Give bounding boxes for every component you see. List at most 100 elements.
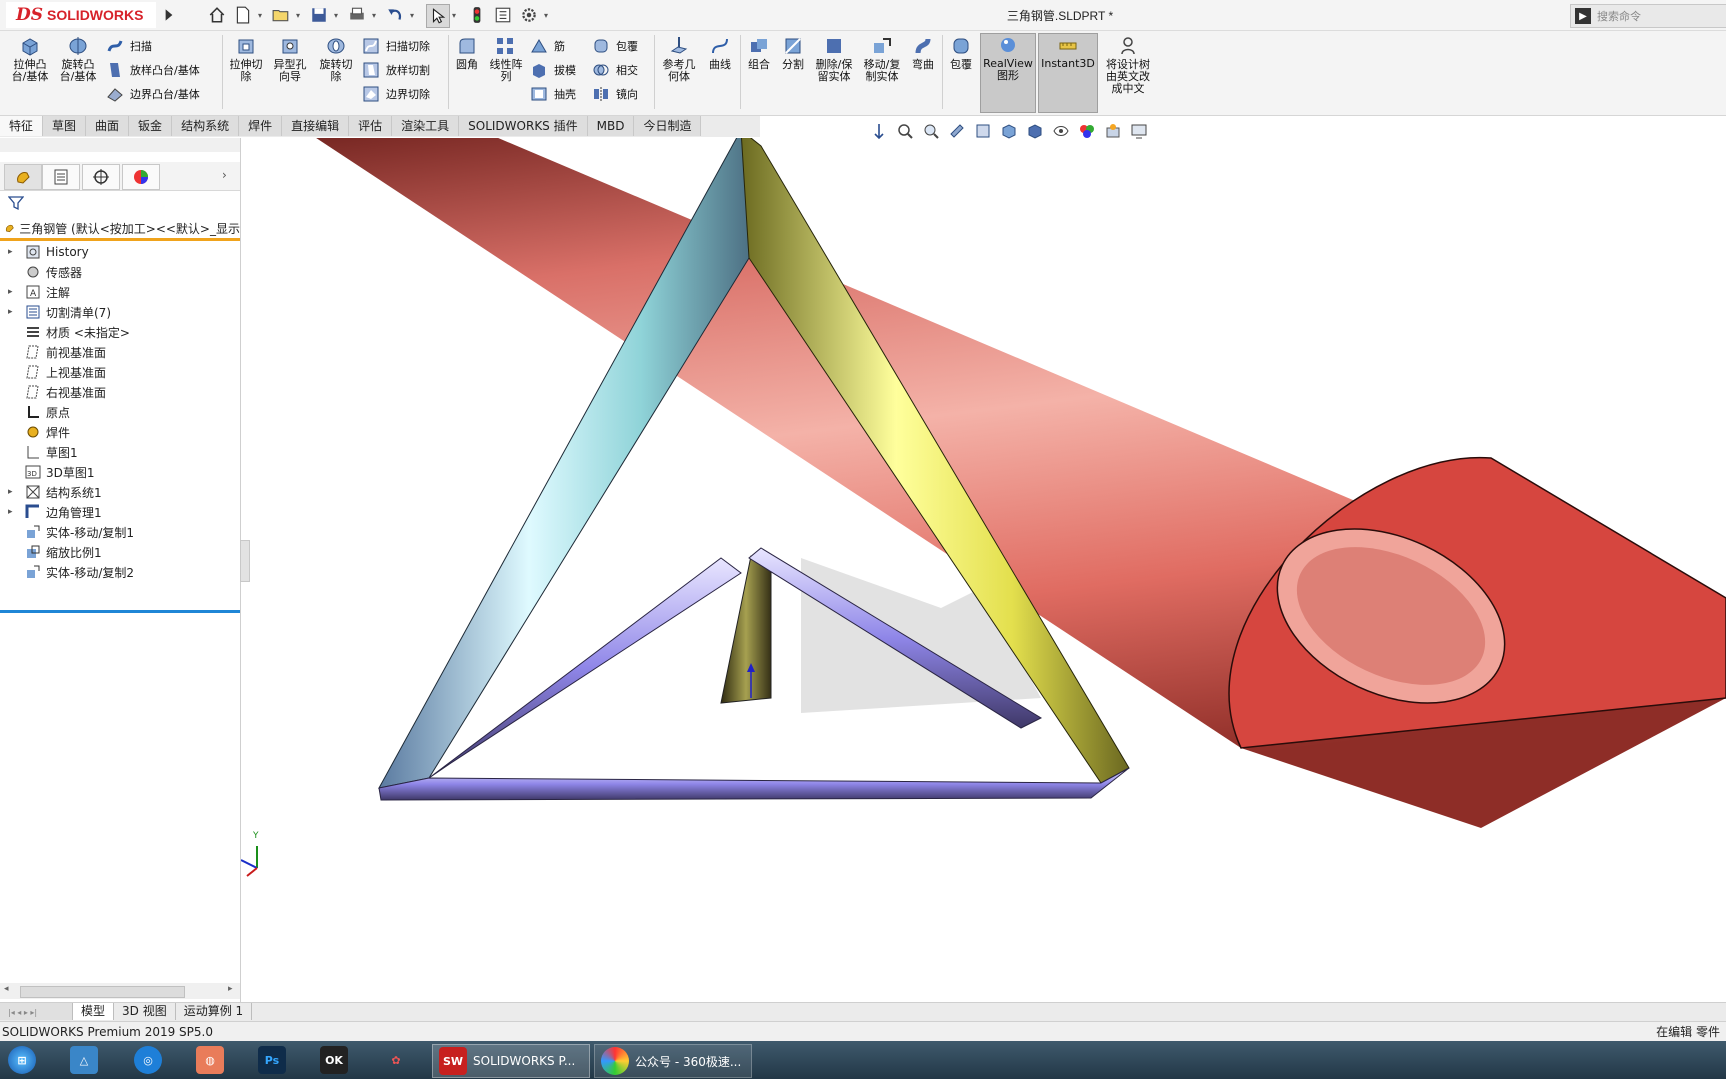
open-icon[interactable]: [270, 4, 292, 26]
print-icon[interactable]: [346, 4, 368, 26]
tab-structure-system[interactable]: 结构系统: [172, 116, 240, 136]
edit-appearance-icon[interactable]: [1078, 122, 1096, 140]
tab-features[interactable]: 特征: [0, 116, 44, 136]
tree-item[interactable]: 材质 <未指定>: [0, 322, 240, 342]
tab-surfaces[interactable]: 曲面: [86, 116, 130, 136]
tab-render-tools[interactable]: 渲染工具: [392, 116, 460, 136]
view-orientation-triad[interactable]: Y Z: [241, 831, 259, 877]
undo-icon[interactable]: [384, 4, 406, 26]
options-gear-icon[interactable]: [518, 4, 540, 26]
taskbar-photoshop[interactable]: Ps: [258, 1044, 292, 1076]
tab-evaluate[interactable]: 评估: [349, 116, 393, 136]
tree-item[interactable]: ▸ 结构系统1: [0, 482, 240, 502]
reference-geometry-button[interactable]: 参考几 何体: [658, 35, 700, 83]
section-view-icon[interactable]: [948, 122, 966, 140]
tree-item[interactable]: 3D 3D草图1: [0, 462, 240, 482]
tab-manufacturing[interactable]: 今日制造: [634, 116, 702, 136]
taskbar-solidworks[interactable]: SW SOLIDWORKS P...: [432, 1044, 590, 1078]
select-dropdown-icon[interactable]: ▾: [452, 12, 460, 20]
expand-arrow-icon[interactable]: ▸: [8, 287, 18, 297]
wrap2-button[interactable]: 包覆: [946, 35, 976, 71]
scrollbar-thumb[interactable]: [20, 986, 185, 998]
expand-arrow-icon[interactable]: ▸: [8, 487, 18, 497]
wrap-button[interactable]: 包覆: [592, 35, 638, 57]
translate-tree-button[interactable]: 将设计树 由英文改 成中文: [1100, 35, 1156, 95]
tab-featuremanager[interactable]: [4, 164, 42, 190]
filter-icon[interactable]: [8, 195, 24, 211]
menu-expand-icon[interactable]: [158, 4, 180, 26]
tab-sketch[interactable]: 草图: [43, 116, 87, 136]
graphics-area[interactable]: Y Z: [241, 138, 1726, 1002]
print-dropdown-icon[interactable]: ▾: [372, 12, 380, 20]
taskbar-360-browser[interactable]: 公众号 - 360极速...: [594, 1044, 752, 1078]
expand-arrow-icon[interactable]: ▸: [8, 307, 18, 317]
tab-propertymanager[interactable]: [42, 164, 80, 190]
mirror-button[interactable]: 镜向: [592, 83, 638, 105]
options-dropdown-icon[interactable]: ▾: [544, 12, 552, 20]
tab-displaymanager[interactable]: [122, 164, 160, 190]
tab-weldments[interactable]: 焊件: [239, 116, 283, 136]
tab-model[interactable]: 模型: [73, 1003, 115, 1020]
panel-horizontal-scrollbar[interactable]: ◂ ▸: [0, 983, 240, 999]
tree-item[interactable]: 缩放比例1: [0, 542, 240, 562]
new-dropdown-icon[interactable]: ▾: [258, 12, 266, 20]
expand-arrow-icon[interactable]: ▸: [8, 507, 18, 517]
swept-cut-button[interactable]: 扫描切除: [362, 35, 430, 57]
view-orientation-icon[interactable]: [1000, 122, 1018, 140]
tree-item[interactable]: 焊件: [0, 422, 240, 442]
undo-dropdown-icon[interactable]: ▾: [410, 12, 418, 20]
tab-3d-views[interactable]: 3D 视图: [114, 1003, 176, 1020]
move-copy-body-button[interactable]: 移动/复 制实体: [860, 35, 904, 83]
tab-motion-study[interactable]: 运动算例 1: [176, 1003, 253, 1020]
tree-item[interactable]: 前视基准面: [0, 342, 240, 362]
linear-pattern-button[interactable]: 线性阵 列: [486, 35, 526, 83]
realview-button[interactable]: RealView 图形: [980, 33, 1036, 113]
tree-item[interactable]: 实体-移动/复制1: [0, 522, 240, 542]
tree-item[interactable]: ▸ 边角管理1: [0, 502, 240, 522]
taskbar-app-2[interactable]: ◎: [134, 1044, 168, 1076]
tree-item[interactable]: 草图1: [0, 442, 240, 462]
boundary-cut-button[interactable]: 边界切除: [362, 83, 430, 105]
panel-collapse-handle[interactable]: [240, 540, 250, 582]
taskbar-app-5[interactable]: OK: [320, 1044, 354, 1076]
loft-button[interactable]: 放样凸台/基体: [106, 59, 200, 81]
scroll-left-icon[interactable]: ◂: [4, 984, 9, 994]
draft-button[interactable]: 拔模: [530, 59, 576, 81]
scroll-right-icon[interactable]: ▸: [228, 984, 233, 994]
extruded-boss-button[interactable]: 拉伸凸 台/基体: [8, 35, 52, 83]
tree-item[interactable]: 原点: [0, 402, 240, 422]
tree-item[interactable]: ▸ History: [0, 242, 240, 262]
file-properties-icon[interactable]: [492, 4, 514, 26]
tab-direct-editing[interactable]: 直接编辑: [282, 116, 350, 136]
tab-sheet-metal[interactable]: 钣金: [129, 116, 173, 136]
curves-button[interactable]: 曲线: [704, 35, 736, 71]
rollback-bar[interactable]: [0, 610, 240, 613]
revolved-cut-button[interactable]: 旋转切 除: [316, 35, 356, 83]
taskbar-app-3[interactable]: ◍: [196, 1044, 230, 1076]
start-button[interactable]: ⊞: [8, 1044, 42, 1076]
search-box[interactable]: ▶ 搜索命令: [1570, 4, 1726, 28]
dynamic-annotation-icon[interactable]: [974, 122, 992, 140]
split-button[interactable]: 分割: [778, 35, 808, 71]
intersect-button[interactable]: 相交: [592, 59, 638, 81]
tree-item[interactable]: 上视基准面: [0, 362, 240, 382]
instant3d-button[interactable]: Instant3D: [1038, 33, 1098, 113]
hide-show-items-icon[interactable]: [1052, 122, 1070, 140]
flex-button[interactable]: 弯曲: [908, 35, 938, 71]
solidworks-logo[interactable]: DS SOLIDWORKS: [6, 2, 156, 28]
rib-button[interactable]: 筋: [530, 35, 565, 57]
view-settings-icon[interactable]: [1130, 122, 1148, 140]
lofted-cut-button[interactable]: 放样切割: [362, 59, 430, 81]
expand-arrow-icon[interactable]: ▸: [8, 247, 18, 257]
taskbar-app-6[interactable]: ✿: [382, 1044, 416, 1076]
tab-solidworks-addins[interactable]: SOLIDWORKS 插件: [459, 116, 588, 136]
extruded-cut-button[interactable]: 拉伸切 除: [226, 35, 266, 83]
tree-item[interactable]: ▸ 切割清单(7): [0, 302, 240, 322]
panel-splitter[interactable]: [0, 138, 240, 152]
expand-panel-icon[interactable]: ›: [222, 168, 227, 182]
select-icon[interactable]: [426, 4, 450, 28]
open-dropdown-icon[interactable]: ▾: [296, 12, 304, 20]
red-pipe-body[interactable]: [301, 138, 1726, 828]
tree-item[interactable]: ▸ A 注解: [0, 282, 240, 302]
home-icon[interactable]: [206, 4, 228, 26]
